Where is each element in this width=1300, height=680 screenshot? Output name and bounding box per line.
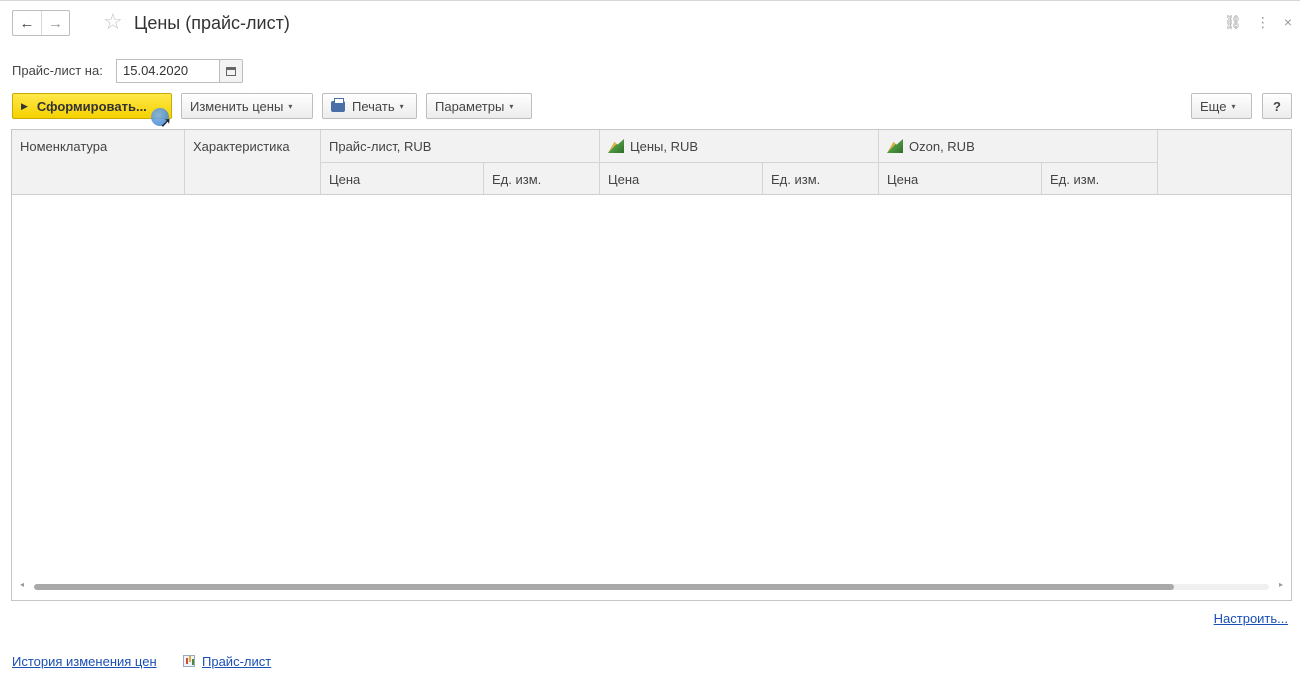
settings-link[interactable]: Настроить... (1214, 611, 1288, 626)
column-header-price[interactable]: Цена (321, 162, 484, 194)
chevron-down-icon: ▾ (509, 101, 514, 111)
scrollbar-thumb[interactable] (34, 584, 1174, 590)
generate-button[interactable]: ▶ Сформировать... (12, 93, 172, 119)
chevron-down-icon: ▾ (1231, 101, 1236, 111)
back-arrow-icon: ← (19, 14, 35, 32)
more-menu-icon[interactable]: ⋮ (1256, 12, 1270, 32)
navigation-buttons: ← → (12, 10, 70, 36)
forward-arrow-icon: → (48, 14, 63, 32)
change-prices-label: Изменить цены (190, 98, 284, 114)
parameters-label: Параметры (435, 98, 505, 114)
column-group-ozon: Ozon, RUB (879, 130, 1158, 162)
column-header-characteristic[interactable]: Характеристика (185, 130, 321, 194)
horizontal-scrollbar[interactable]: ◂ ▸ (20, 580, 1283, 591)
more-button[interactable]: Еще ▾ (1191, 93, 1252, 119)
window-controls: ⛓ ⋮ × (1224, 12, 1292, 32)
help-button[interactable]: ? (1262, 93, 1292, 119)
link-icon[interactable]: ⛓ (1224, 12, 1242, 32)
scroll-right-icon[interactable]: ▸ (1279, 580, 1283, 589)
chevron-down-icon: ▾ (288, 101, 293, 111)
printer-icon (331, 97, 345, 112)
calendar-icon (226, 66, 236, 76)
scroll-left-icon[interactable]: ◂ (20, 580, 24, 589)
window-top-border (0, 0, 1300, 1)
column-header-nomenclature[interactable]: Номенклатура (12, 130, 185, 194)
price-history-link[interactable]: История изменения цен (12, 654, 157, 669)
play-icon: ▶ (21, 100, 28, 111)
print-button[interactable]: Печать ▾ (322, 93, 417, 119)
column-group-label: Прайс-лист, RUB (329, 139, 432, 154)
generate-button-label: Сформировать... (36, 98, 147, 114)
price-type-icon (887, 139, 903, 153)
column-header-price[interactable]: Цена (879, 162, 1042, 194)
page-title: Цены (прайс-лист) (134, 13, 290, 33)
table-header: Номенклатура Характеристика Прайс-лист, … (12, 130, 1291, 195)
change-prices-button[interactable]: Изменить цены ▾ (181, 93, 313, 119)
column-header-price[interactable]: Цена (600, 162, 763, 194)
column-header-unit[interactable]: Ед. изм. (1042, 162, 1158, 194)
chevron-down-icon: ▾ (399, 101, 404, 111)
help-icon: ? (1273, 98, 1281, 114)
column-group-prices: Цены, RUB (600, 130, 879, 162)
close-icon[interactable]: × (1284, 12, 1292, 32)
column-header-unit[interactable]: Ед. изм. (484, 162, 600, 194)
date-label: Прайс-лист на: (12, 63, 103, 78)
print-label: Печать (352, 98, 395, 114)
calendar-button[interactable] (219, 59, 243, 83)
date-input[interactable]: 15.04.2020 (116, 59, 220, 83)
report-icon (183, 655, 195, 667)
column-group-label: Цены, RUB (630, 139, 699, 154)
column-header-unit[interactable]: Ед. изм. (763, 162, 879, 194)
column-group-pricelist: Прайс-лист, RUB (321, 130, 600, 162)
forward-button[interactable]: → (41, 11, 69, 35)
price-type-icon (608, 139, 624, 153)
price-table[interactable]: Номенклатура Характеристика Прайс-лист, … (11, 129, 1292, 601)
more-label: Еще (1200, 98, 1227, 114)
favorite-star-icon[interactable]: ☆ (103, 9, 123, 35)
pricelist-link[interactable]: Прайс-лист (202, 654, 271, 669)
column-group-label: Ozon, RUB (909, 139, 975, 154)
back-button[interactable]: ← (13, 11, 41, 35)
parameters-button[interactable]: Параметры ▾ (426, 93, 532, 119)
